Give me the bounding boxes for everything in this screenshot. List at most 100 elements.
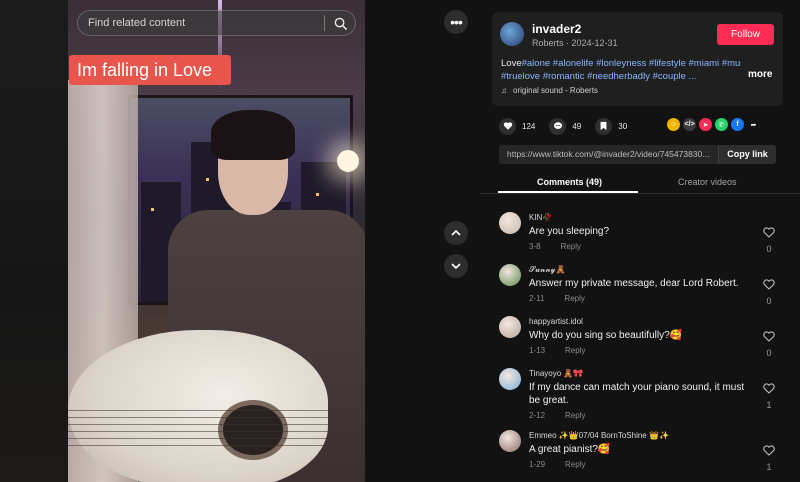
sound-label: original sound - Roberts [513, 86, 598, 95]
comment-text: If my dance can match your piano sound, … [529, 381, 744, 407]
tab-creator-videos[interactable]: Creator videos [678, 177, 737, 187]
post-date: 2024-12-31 [571, 38, 618, 48]
comment-like-button[interactable]: 0 [759, 225, 779, 254]
chevron-up-icon[interactable] [444, 221, 468, 245]
hashtag-link[interactable]: #needherbadly [587, 71, 650, 82]
comment-meta: 3-8 Reply [529, 242, 581, 251]
chevron-down-icon[interactable] [444, 254, 468, 278]
tabs-divider [480, 193, 800, 194]
comment-text-line: Are you sleeping? [529, 226, 610, 237]
comment-count: 49 [572, 121, 582, 131]
hashtag-link[interactable]: #lonleyness [596, 58, 646, 69]
comments-scrollbar[interactable] [791, 196, 795, 482]
comment-text: A great pianist?🥰 [529, 443, 610, 456]
related-search-bar[interactable] [77, 10, 356, 36]
hashtag-link[interactable]: #romantic [543, 71, 585, 82]
description-text: Love [501, 58, 522, 69]
like-count: 124 [522, 121, 536, 131]
comment-meta: 2-12 Reply [529, 411, 585, 420]
comment-username[interactable]: happyartist.idol [529, 317, 583, 326]
reply-button[interactable]: Reply [565, 460, 585, 469]
share-link-url[interactable]: https://www.tiktok.com/@invader2/video/7… [507, 149, 717, 159]
description-line-1: Love#alone #alonelife #lonleyness #lifes… [501, 57, 741, 70]
comment-item: Tinayoyo 🧸🎀 If my dance can match your pi… [480, 361, 800, 420]
more-options-icon[interactable]: ••• [444, 10, 468, 34]
comment-username[interactable]: Emmeo ✨👑07/04 BornToShine 👑✨ [529, 431, 669, 440]
video-blur-edge [0, 0, 68, 482]
comment-avatar[interactable] [499, 212, 521, 234]
comment-like-count: 0 [766, 296, 772, 306]
reply-button[interactable]: Reply [565, 346, 585, 355]
description-more-link[interactable]: more [748, 69, 772, 80]
save-count: 30 [618, 121, 628, 131]
comment-date: 2-11 [529, 294, 545, 303]
reply-button[interactable]: Reply [565, 411, 585, 420]
comment-text-line: If my dance can match your piano sound, … [529, 382, 745, 393]
comment-icon [549, 117, 567, 135]
comment-text-line: Answer my private message, dear Lord Rob… [529, 278, 739, 289]
comment-meta: 2-11 Reply [529, 294, 585, 303]
reply-button[interactable]: Reply [564, 294, 584, 303]
comment-like-count: 1 [766, 462, 772, 472]
comment-meta: 1-29 Reply [529, 460, 585, 469]
facebook-share-icon[interactable]: f [731, 118, 744, 131]
author-nickname: Roberts [532, 38, 564, 48]
follow-button[interactable]: Follow [717, 24, 774, 45]
comment-username[interactable]: 𝓢𝓾𝓷𝓷𝔂🧸 [529, 265, 566, 275]
video-person-hair [211, 110, 295, 160]
video-scene-lamp [337, 150, 359, 172]
video-caption-sticker: Im falling in Love [69, 55, 231, 85]
action-bar: 124 49 30 [499, 116, 641, 136]
comment-date: 3-8 [529, 242, 541, 251]
comment-text-line: Why do you sing so beautifully?🥰 [529, 330, 683, 341]
hashtag-link[interactable]: #music [722, 58, 741, 69]
author-subline: Roberts · 2024-12-31 [532, 38, 618, 48]
hashtag-link[interactable]: #alonelife [553, 58, 594, 69]
comment-like-button[interactable]: 1 [759, 381, 779, 410]
embed-share-icon[interactable]: </> [683, 118, 696, 131]
heart-outline-icon [763, 331, 775, 342]
comment-like-button[interactable]: 1 [759, 443, 779, 472]
comment-text: Answer my private message, dear Lord Rob… [529, 277, 739, 290]
comment-like-button[interactable]: 0 [759, 277, 779, 306]
tab-comments[interactable]: Comments (49) [537, 177, 602, 187]
sound-link[interactable]: ♫ original sound - Roberts [501, 86, 598, 95]
comment-avatar[interactable] [499, 430, 521, 452]
like-button[interactable]: 124 [499, 117, 536, 135]
forward-share-icon[interactable]: ➦ [747, 118, 760, 131]
hashtag-link[interactable]: #miami [689, 58, 720, 69]
comment-avatar[interactable] [499, 368, 521, 390]
comment-button[interactable]: 49 [549, 117, 582, 135]
comment-text: Why do you sing so beautifully?🥰 [529, 329, 682, 342]
bookmark-icon [595, 117, 613, 135]
save-button[interactable]: 30 [595, 117, 628, 135]
coin-share-icon[interactable]: ☺ [667, 118, 680, 131]
hashtag-link[interactable]: #truelove [501, 71, 540, 82]
comment-avatar[interactable] [499, 264, 521, 286]
search-input[interactable] [78, 17, 324, 29]
description-line-2: #truelove #romantic #needherbadly #coupl… [501, 70, 741, 83]
comment-like-count: 0 [766, 348, 772, 358]
share-icons: ☺ </> ➤ ✆ f ➦ [667, 118, 760, 131]
hashtag-link[interactable]: #alone [522, 58, 551, 69]
whatsapp-share-icon[interactable]: ✆ [715, 118, 728, 131]
author-avatar[interactable] [500, 22, 524, 46]
reply-button[interactable]: Reply [561, 242, 581, 251]
music-note-icon: ♫ [501, 86, 507, 95]
video-description: Love#alone #alonelife #lonleyness #lifes… [501, 57, 741, 83]
hashtag-link[interactable]: #couple ... [653, 71, 697, 82]
author-username[interactable]: invader2 [532, 22, 581, 36]
comment-item: KIN🥀 Are you sleeping? 3-8 Reply 0 [480, 205, 800, 257]
hashtag-link[interactable]: #lifestyle [649, 58, 686, 69]
comment-username[interactable]: KIN🥀 [529, 213, 552, 222]
comment-item: Emmeo ✨👑07/04 BornToShine 👑✨ A great pian… [480, 423, 800, 475]
comment-date: 1-29 [529, 460, 546, 469]
comment-username[interactable]: Tinayoyo 🧸🎀 [529, 369, 583, 378]
heart-outline-icon [763, 445, 775, 456]
friends-share-icon[interactable]: ➤ [699, 118, 712, 131]
copy-link-button[interactable]: Copy link [718, 145, 776, 164]
comment-like-button[interactable]: 0 [759, 329, 779, 358]
comment-avatar[interactable] [499, 316, 521, 338]
search-icon[interactable] [325, 10, 355, 36]
active-tab-indicator [498, 191, 638, 193]
